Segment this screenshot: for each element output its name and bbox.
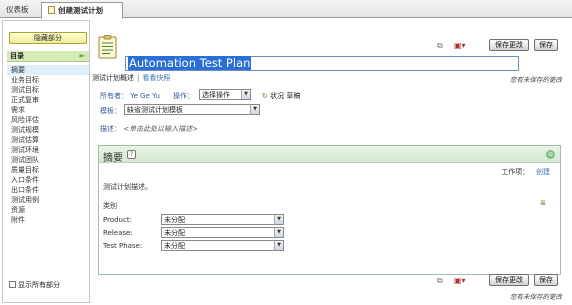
summary-text[interactable]: 测试计划描述。 — [103, 182, 152, 192]
pin-icon[interactable]: ⇤ — [79, 51, 85, 62]
sidebar-item-test-objectives[interactable]: 测试目标 — [7, 85, 89, 95]
action-select[interactable]: 选择操作 ▼ — [199, 89, 251, 100]
toc-heading-label: 目录 — [10, 52, 24, 60]
status-icon: ↻ — [262, 92, 268, 100]
unsaved-changes-note: 您有未保存的更改 — [510, 76, 562, 84]
list-icon[interactable]: ≣ — [540, 199, 546, 207]
owner-value[interactable]: Ye Ge Yu — [130, 92, 160, 100]
chevron-down-icon: ▼ — [250, 105, 259, 114]
help-icon[interactable]: ? — [127, 150, 136, 159]
sidebar-item-test-team[interactable]: 测试团队 — [7, 155, 89, 165]
action-select-value: 选择操作 — [202, 91, 230, 99]
save-changes-button[interactable]: 保存更改 — [489, 39, 529, 51]
category-release-value: 未分配 — [164, 229, 185, 237]
category-release-select[interactable]: 未分配 ▼ — [161, 227, 284, 238]
sidebar: 隐藏部分 目录 ⇤ 摘要 业务目标 测试目标 正式复审 需求 风险评估 测试规模… — [2, 20, 90, 303]
category-test-phase-select[interactable]: 未分配 ▼ — [161, 240, 284, 251]
subtab-snapshot[interactable]: 看看快照 — [142, 74, 170, 82]
subtab-overview[interactable]: 测试计划概述 — [92, 74, 134, 82]
document-icon — [48, 6, 55, 14]
copy-icon[interactable]: ⧉ — [437, 276, 443, 286]
toc-list: 摘要 业务目标 测试目标 正式复审 需求 风险评估 测试规模 测试估算 测试环境… — [7, 65, 89, 225]
save-button-bottom[interactable]: 保存 — [534, 274, 558, 286]
sidebar-item-entry-criteria[interactable]: 入口条件 — [7, 175, 89, 185]
save-button[interactable]: 保存 — [534, 39, 558, 51]
category-test-phase-label: Test Phase: — [103, 242, 143, 250]
category-product-select[interactable]: 未分配 ▼ — [161, 214, 284, 225]
sidebar-item-requirements[interactable]: 需求 — [7, 105, 89, 115]
sidebar-item-quality-goals[interactable]: 质量目标 — [7, 165, 89, 175]
tab-dashboard-label: 仪表板 — [6, 5, 29, 14]
work-item-label: 工作项： — [501, 168, 530, 176]
sidebar-item-test-environment[interactable]: 测试环境 — [7, 145, 89, 155]
chevron-down-icon: ▼ — [274, 241, 283, 250]
work-item-row: 工作项： 创建 — [501, 167, 550, 177]
collapse-icon[interactable]: ⊖ — [546, 150, 555, 159]
chevron-down-icon: ▼ — [274, 215, 283, 224]
tab-create-test-plan[interactable]: 创建测试计划 — [41, 2, 123, 19]
pdf-export-icon[interactable]: ▣▾ — [454, 276, 466, 285]
sidebar-item-formal-review[interactable]: 正式复审 — [7, 95, 89, 105]
create-work-item-link[interactable]: 创建 — [536, 168, 550, 176]
description-label: 描述： — [100, 125, 121, 133]
description-row: 描述： <单击此处以输入描述> — [100, 124, 198, 134]
summary-title: 摘要 — [103, 153, 123, 164]
sidebar-item-resources[interactable]: 资源 — [7, 205, 89, 215]
status: ↻ 状况 草稿 — [262, 91, 300, 101]
hide-sections-button[interactable]: 隐藏部分 — [9, 32, 87, 44]
template-select[interactable]: 缺省测试计划模板 ▼ — [124, 104, 260, 115]
action-label: 操作： — [173, 92, 194, 100]
tab-create-test-plan-label: 创建测试计划 — [58, 6, 103, 15]
category-test-phase-value: 未分配 — [164, 242, 185, 250]
owner-label: 所有者： — [100, 92, 128, 100]
show-all-label: 显示所有部分 — [18, 281, 60, 289]
plan-title-text: Automation Test Plan — [128, 56, 252, 70]
test-plan-icon — [98, 35, 117, 59]
category-product-label: Product: — [103, 216, 132, 224]
status-label: 状况 草稿 — [270, 92, 301, 100]
sidebar-item-exit-criteria[interactable]: 出口条件 — [7, 185, 89, 195]
copy-icon[interactable]: ⧉ — [437, 41, 443, 51]
categories-heading: 类别 — [103, 202, 117, 210]
category-release-label: Release: — [103, 229, 133, 237]
sidebar-item-summary[interactable]: 摘要 — [7, 65, 89, 75]
sidebar-item-test-scope[interactable]: 测试规模 — [7, 125, 89, 135]
pdf-export-icon[interactable]: ▣▾ — [454, 41, 466, 50]
sidebar-item-test-estimation[interactable]: 测试估算 — [7, 135, 89, 145]
chevron-down-icon: ▼ — [241, 90, 250, 99]
tab-strip: 仪表板 创建测试计划 — [0, 0, 572, 19]
template-label: 模板： — [100, 107, 121, 115]
summary-panel: 摘要 ? ⊖ 工作项： 创建 测试计划描述。 类别 ≣ Product: 未分配… — [98, 145, 561, 275]
main-content: Automation Test Plan ⧉ ▣▾ 保存更改 保存 您有未保存的… — [92, 20, 570, 303]
sidebar-item-risk-assessment[interactable]: 风险评估 — [7, 115, 89, 125]
show-all-checkbox[interactable] — [9, 281, 16, 288]
category-product-value: 未分配 — [164, 216, 185, 224]
template-select-value: 缺省测试计划模板 — [127, 106, 183, 114]
unsaved-changes-note-bottom: 您有未保存的更改 — [510, 293, 562, 301]
sidebar-item-business-goals[interactable]: 业务目标 — [7, 75, 89, 85]
save-changes-button-bottom[interactable]: 保存更改 — [489, 274, 529, 286]
subtab-bar: 测试计划概述 | 看看快照 — [92, 74, 171, 82]
toc-heading: 目录 ⇤ — [7, 51, 89, 62]
plan-title-input[interactable]: Automation Test Plan — [125, 56, 519, 71]
summary-panel-header: 摘要 ? ⊖ — [99, 146, 560, 164]
sidebar-item-test-cases[interactable]: 测试用例 — [7, 195, 89, 205]
sidebar-item-attachments[interactable]: 附件 — [7, 215, 89, 225]
description-input[interactable]: <单击此处以输入描述> — [123, 125, 198, 133]
owner-row: 所有者： Ye Ge Yu — [100, 91, 160, 101]
chevron-down-icon: ▼ — [274, 228, 283, 237]
tab-dashboard[interactable]: 仪表板 — [0, 2, 44, 18]
show-all-sections[interactable]: 显示所有部分 — [9, 280, 60, 290]
